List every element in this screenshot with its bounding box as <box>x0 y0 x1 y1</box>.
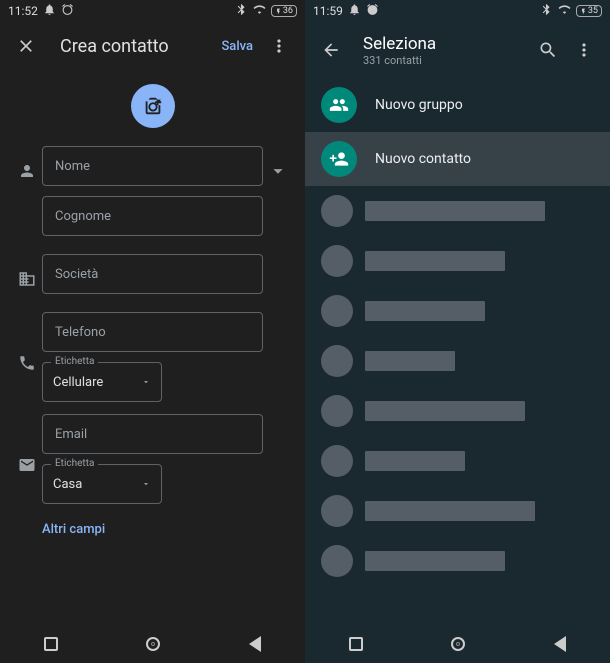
contact-name-placeholder <box>365 501 535 521</box>
expand-name-button[interactable] <box>263 160 293 182</box>
status-time: 11:59 <box>313 4 343 18</box>
contact-row[interactable] <box>305 286 610 336</box>
dnd-icon <box>43 3 56 19</box>
contact-name-placeholder <box>365 401 525 421</box>
new-group-row[interactable]: Nuovo gruppo <box>305 78 610 132</box>
new-contact-label: Nuovo contatto <box>375 151 471 167</box>
contact-avatar <box>321 495 353 527</box>
contact-row[interactable] <box>305 336 610 386</box>
contact-row[interactable] <box>305 436 610 486</box>
contact-avatar <box>321 195 353 227</box>
search-icon[interactable] <box>530 32 566 68</box>
surname-input[interactable]: Cognome <box>42 196 263 236</box>
email-label-caption: Etichetta <box>51 458 98 469</box>
nav-back-button[interactable] <box>249 636 261 652</box>
group-icon <box>321 87 357 123</box>
email-label-select[interactable]: Etichetta Casa <box>42 464 162 504</box>
contact-row[interactable] <box>305 486 610 536</box>
company-icon <box>12 270 42 288</box>
contact-row[interactable] <box>305 386 610 436</box>
contact-avatar <box>321 545 353 577</box>
nav-home-button[interactable] <box>451 637 465 651</box>
email-icon <box>12 456 42 474</box>
contact-row[interactable] <box>305 236 610 286</box>
bluetooth-icon <box>235 3 248 19</box>
contact-name-placeholder <box>365 251 505 271</box>
wifi-icon <box>253 3 266 19</box>
company-input[interactable]: Società <box>42 254 263 294</box>
contact-name-placeholder <box>365 351 455 371</box>
alarm-icon <box>61 3 74 19</box>
nav-recent-button[interactable] <box>349 637 363 651</box>
dropdown-icon <box>141 377 151 387</box>
add-person-icon <box>321 141 357 177</box>
name-input[interactable]: Nome <box>42 146 263 186</box>
nav-home-button[interactable] <box>146 637 160 651</box>
status-time: 11:52 <box>8 4 38 18</box>
contact-avatar <box>321 445 353 477</box>
contact-name-placeholder <box>365 301 485 321</box>
contact-name-placeholder <box>365 201 545 221</box>
contact-avatar <box>321 345 353 377</box>
contact-name-placeholder <box>365 451 465 471</box>
battery-indicator: 36 <box>271 5 297 17</box>
back-icon[interactable] <box>313 32 349 68</box>
add-photo-button[interactable] <box>131 84 175 128</box>
app-bar: Crea contatto Salva <box>0 22 305 70</box>
contact-avatar <box>321 245 353 277</box>
new-group-label: Nuovo gruppo <box>375 97 463 113</box>
nav-back-button[interactable] <box>554 636 566 652</box>
contact-name-placeholder <box>365 551 505 571</box>
select-contact-screen: 11:59 35 Seleziona 331 contatti Nuovo gr… <box>305 0 610 663</box>
new-contact-row[interactable]: Nuovo contatto <box>305 132 610 186</box>
avatar-section <box>0 70 305 146</box>
save-button[interactable]: Salva <box>213 39 261 54</box>
contact-row[interactable] <box>305 186 610 236</box>
alarm-icon <box>366 3 379 19</box>
nav-recent-button[interactable] <box>44 637 58 651</box>
status-bar: 11:52 36 <box>0 0 305 22</box>
contact-form: Nome Cognome Società Telefono E <box>0 146 305 537</box>
page-title: Seleziona <box>363 34 530 54</box>
contact-row[interactable] <box>305 536 610 586</box>
create-contact-screen: 11:52 36 Crea contatto Salva Nome <box>0 0 305 663</box>
more-fields-button[interactable]: Altri campi <box>12 516 293 537</box>
contacts-count: 331 contatti <box>363 54 530 67</box>
battery-indicator: 35 <box>576 5 602 17</box>
phone-label-value: Cellulare <box>53 375 103 390</box>
contact-list <box>305 186 610 586</box>
nav-bar <box>305 625 610 663</box>
email-label-value: Casa <box>53 477 82 492</box>
phone-label-select[interactable]: Etichetta Cellulare <box>42 362 162 402</box>
status-bar: 11:59 35 <box>305 0 610 22</box>
dnd-icon <box>348 3 361 19</box>
phone-input[interactable]: Telefono <box>42 312 263 352</box>
contact-avatar <box>321 395 353 427</box>
close-icon[interactable] <box>8 28 44 64</box>
app-bar: Seleziona 331 contatti <box>305 22 610 78</box>
nav-bar <box>0 625 305 663</box>
person-icon <box>12 162 42 180</box>
more-icon[interactable] <box>566 32 602 68</box>
wifi-icon <box>558 3 571 19</box>
page-title: Crea contatto <box>44 36 213 57</box>
contact-avatar <box>321 295 353 327</box>
more-icon[interactable] <box>261 28 297 64</box>
phone-label-caption: Etichetta <box>51 356 98 367</box>
bluetooth-icon <box>540 3 553 19</box>
email-input[interactable]: Email <box>42 414 263 454</box>
dropdown-icon <box>141 479 151 489</box>
phone-icon <box>12 354 42 372</box>
